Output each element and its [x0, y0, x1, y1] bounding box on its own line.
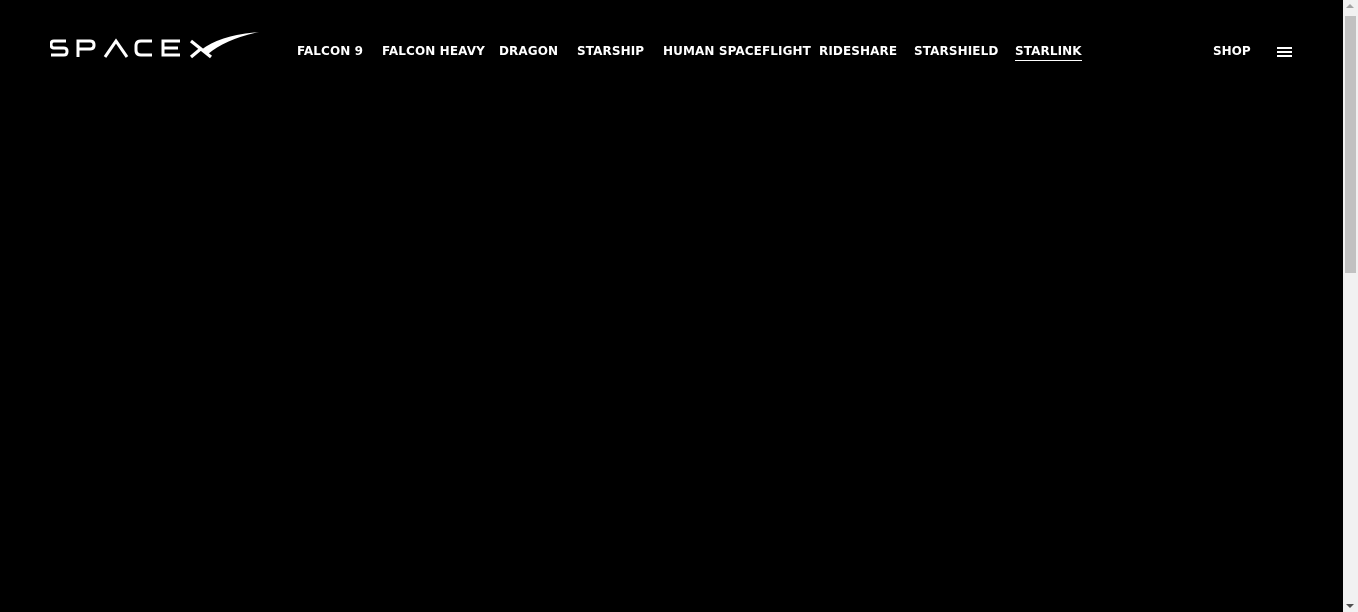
nav-item-dragon[interactable]: DRAGON: [499, 44, 558, 60]
scroll-up-arrow-icon[interactable]: [1346, 4, 1354, 8]
site-header: FALCON 9 FALCON HEAVY DRAGON STARSHIP HU…: [0, 0, 1343, 104]
nav-item-falcon-heavy[interactable]: FALCON HEAVY: [382, 44, 485, 60]
hamburger-menu-icon[interactable]: [1276, 45, 1293, 59]
nav-item-starshield[interactable]: STARSHIELD: [914, 44, 998, 60]
spacex-logo[interactable]: [50, 30, 260, 60]
nav-item-falcon-9[interactable]: FALCON 9: [297, 44, 363, 60]
scroll-down-arrow-icon[interactable]: [1346, 604, 1354, 608]
nav-item-human-spaceflight[interactable]: HUMAN SPACEFLIGHT: [663, 44, 811, 60]
spacex-logo-icon: [50, 32, 259, 59]
scrollbar-thumb[interactable]: [1345, 16, 1356, 273]
nav-item-starship[interactable]: STARSHIP: [577, 44, 644, 60]
nav-item-rideshare[interactable]: RIDESHARE: [819, 44, 897, 60]
page: FALCON 9 FALCON HEAVY DRAGON STARSHIP HU…: [0, 0, 1343, 612]
vertical-scrollbar[interactable]: [1343, 0, 1358, 612]
shop-link[interactable]: SHOP: [1213, 44, 1251, 59]
nav-item-starlink[interactable]: STARLINK: [1015, 44, 1082, 61]
